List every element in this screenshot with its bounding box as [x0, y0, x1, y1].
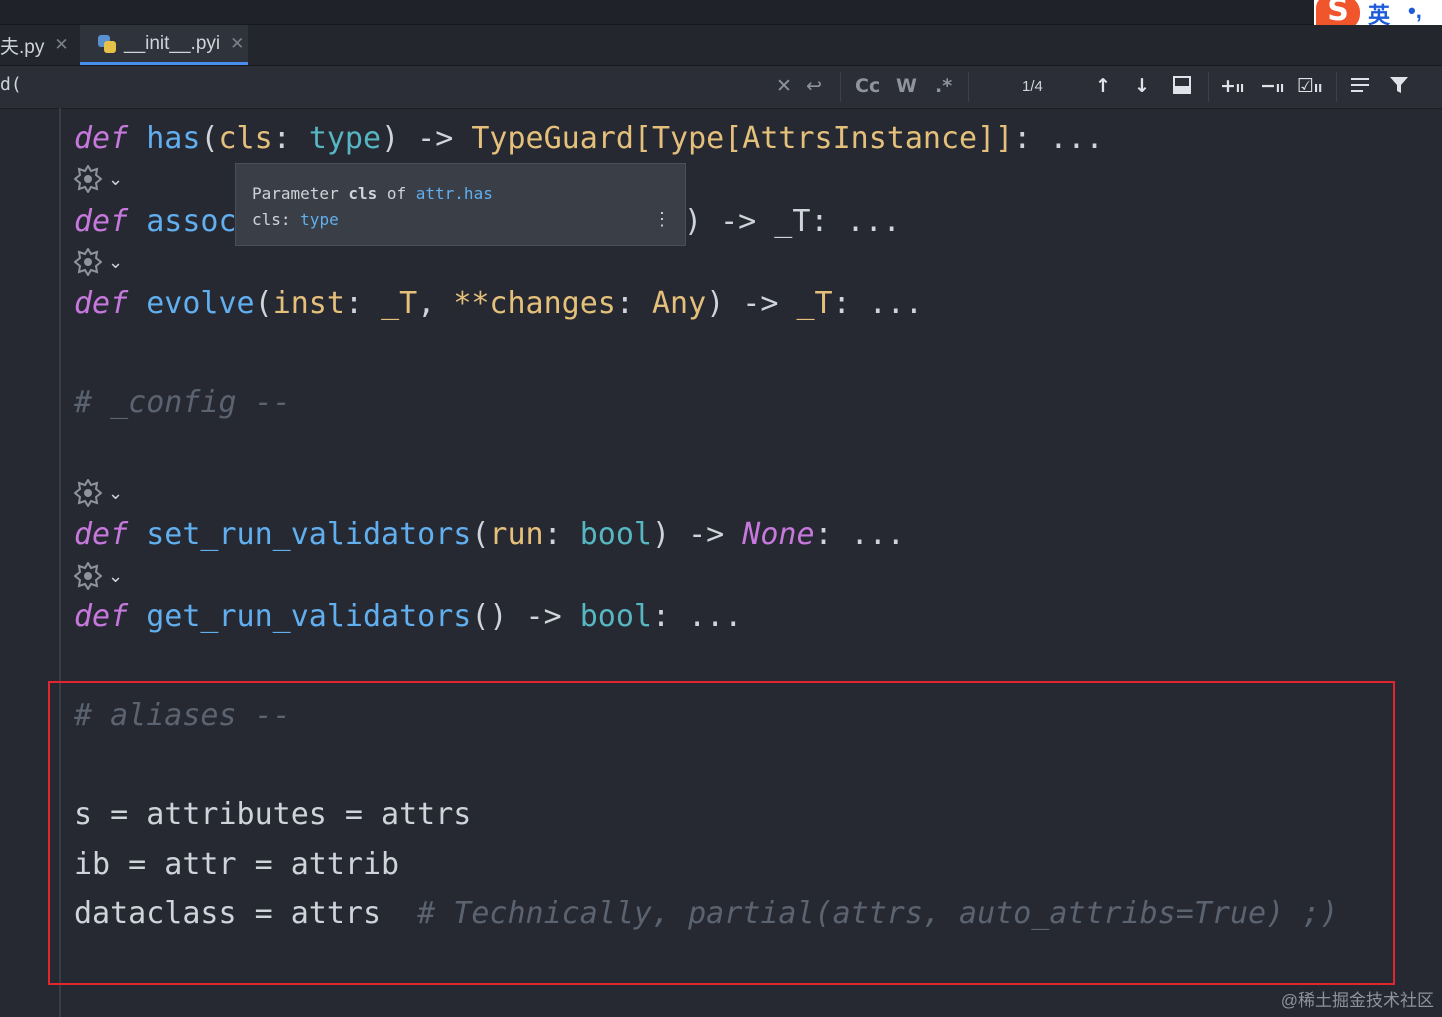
tab-label: 夫.py: [0, 36, 45, 58]
code-line-has[interactable]: def has(cls: type) -> TypeGuard[Type[Att…: [74, 119, 1104, 159]
clear-search-icon[interactable]: ✕: [776, 74, 792, 98]
chevron-down-icon: ⌄: [108, 252, 124, 273]
more-options-icon[interactable]: ⋮: [653, 211, 671, 229]
regex-toggle[interactable]: .*: [935, 74, 952, 98]
chevron-down-icon: ⌄: [108, 483, 124, 504]
keyword: def: [74, 286, 129, 321]
divider: [1336, 72, 1337, 102]
keyword: def: [74, 204, 129, 239]
ai-assistant-marker[interactable]: ⌄: [74, 562, 134, 592]
funnel-icon[interactable]: [1389, 75, 1409, 99]
tooltip-link[interactable]: attr.has: [416, 184, 493, 203]
arrow-down-icon[interactable]: ↓: [1134, 74, 1150, 98]
line-tail: : ...: [1013, 121, 1104, 156]
filter-options-icon[interactable]: [1350, 75, 1372, 99]
param-name: cls: [218, 121, 273, 156]
code-line-assoc[interactable]: def assoc: [74, 202, 237, 242]
chevron-down-icon: ⌄: [108, 169, 124, 190]
find-bar: d( ✕ ↩ Cc W .* 1/4 ↑ ↓ +II −II ☑II: [0, 66, 1442, 109]
code-line-evolve[interactable]: def evolve(inst: _T, **changes: Any) -> …: [74, 284, 923, 324]
tab-label: __init__.pyi: [124, 32, 221, 54]
keyword: def: [74, 121, 129, 156]
line-tail: : ...: [832, 286, 923, 321]
chevron-down-icon: ⌄: [108, 566, 124, 587]
ai-assistant-marker[interactable]: ⌄: [74, 248, 134, 278]
param-name: inst: [272, 286, 345, 321]
add-occurrence-icon[interactable]: +II: [1220, 74, 1244, 98]
code-line-get-run-validators[interactable]: def get_run_validators() -> bool: ...: [74, 597, 742, 637]
return-type: TypeGuard[Type[AttrsInstance]]: [471, 121, 1014, 156]
ai-gear-icon: [74, 248, 102, 276]
line-tail: : ...: [814, 517, 905, 552]
tab-init-pyi[interactable]: __init__.pyi ✕: [80, 25, 248, 65]
param-type: type: [308, 121, 382, 156]
tooltip-param: cls: [348, 184, 378, 203]
tooltip-type-link[interactable]: type: [300, 210, 339, 229]
param-name: run: [489, 517, 544, 552]
remove-occurrence-icon[interactable]: −II: [1260, 74, 1284, 98]
python-file-icon: [96, 33, 118, 55]
divider: [1208, 72, 1209, 102]
close-icon[interactable]: ✕: [230, 34, 244, 54]
return-type: None: [742, 517, 815, 552]
keyword: def: [74, 599, 129, 634]
function-name: assoc: [146, 204, 237, 239]
tooltip-text: cls:: [252, 210, 301, 229]
close-icon[interactable]: ✕: [54, 35, 68, 55]
comment-config: # _config --: [74, 385, 291, 420]
function-name: has: [146, 121, 201, 156]
editor-tabs: 夫.py ✕ __init__.pyi ✕: [0, 25, 1442, 66]
function-name: set_run_validators: [146, 517, 472, 552]
ai-gear-icon: [74, 562, 102, 590]
ai-assistant-marker[interactable]: ⌄: [74, 479, 134, 509]
select-all-occurrences-icon[interactable]: [1172, 75, 1192, 99]
return-type: _T: [796, 286, 833, 321]
line-tail: : ...: [651, 599, 743, 634]
param-type: bool: [579, 517, 652, 552]
keyword: def: [74, 517, 129, 552]
function-name: get_run_validators: [146, 599, 472, 634]
return-type: bool: [579, 599, 652, 634]
ai-gear-icon: [74, 165, 102, 193]
match-case-toggle[interactable]: Cc: [855, 74, 880, 98]
title-strip: [0, 0, 1442, 25]
parameter-info-popup: Parameter cls of attr.has cls: type ⋮: [235, 163, 686, 246]
ai-gear-icon: [74, 479, 102, 507]
tooltip-text: of: [377, 184, 416, 203]
line-tail: ) -> _T: ...: [684, 204, 901, 239]
watermark: @稀土掘金技术社区: [1280, 991, 1434, 1010]
ime-punct-label: •,: [1408, 0, 1422, 23]
divider: [840, 72, 841, 102]
function-name: evolve: [146, 286, 255, 321]
ai-assistant-marker[interactable]: ⌄: [74, 165, 134, 195]
tooltip-line-2: cls: type: [252, 210, 339, 229]
search-input[interactable]: d(: [0, 74, 22, 95]
param-type: _T: [381, 286, 418, 321]
arrow-up-icon[interactable]: ↑: [1095, 74, 1111, 98]
code-line-set-run-validators[interactable]: def set_run_validators(run: bool) -> Non…: [74, 515, 905, 555]
divider: [968, 72, 969, 102]
tab-file-py[interactable]: 夫.py ✕: [0, 25, 78, 65]
tooltip-text: Parameter: [252, 184, 349, 203]
param-type: Any: [652, 286, 707, 321]
whole-words-toggle[interactable]: W: [896, 74, 917, 98]
highlight-box: [48, 681, 1395, 985]
newline-icon[interactable]: ↩: [806, 74, 822, 98]
match-count: 1/4: [1022, 78, 1043, 95]
param-name: **changes: [453, 286, 616, 321]
select-occurrences-icon[interactable]: ☑II: [1297, 74, 1322, 98]
code-line-assoc-tail: ) -> _T: ...: [684, 202, 901, 242]
tooltip-line-1: Parameter cls of attr.has: [252, 184, 493, 203]
